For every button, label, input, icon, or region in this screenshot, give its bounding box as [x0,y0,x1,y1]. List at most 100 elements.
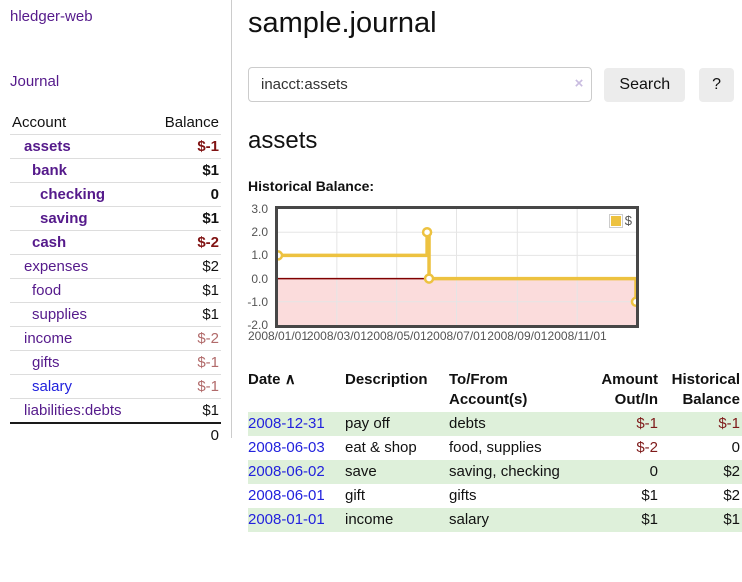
sidebar-account-link-checking[interactable]: checking [12,186,105,203]
sidebar-account-link-assets[interactable]: assets [12,138,71,155]
sidebar-account-link-liabilities-debts[interactable]: liabilities:debts [12,402,122,419]
account-balance: $1 [149,207,221,231]
transaction-amount: $1 [585,508,660,532]
y-tick-label: 0.0 [234,272,268,286]
sidebar-account-link-income[interactable]: income [12,330,72,347]
help-button[interactable]: ? [699,68,734,102]
register-row: 2008-06-03 eat & shopfood, supplies$-20 [248,436,742,460]
register-table: Date ∧ Description To/From Account(s) Am… [248,368,742,532]
sidebar-account-link-bank[interactable]: bank [12,162,67,179]
transaction-date-link[interactable]: 2008-06-02 [248,463,325,480]
sidebar-account-link-salary[interactable]: salary [12,378,72,395]
account-row: supplies $1 [10,303,221,327]
current-account-heading: assets [248,127,734,155]
account-balance: $1 [149,303,221,327]
chart-legend: $ [609,213,632,228]
register-row: 2008-06-01giftgifts$1$2 [248,484,742,508]
account-balance: $-2 [149,231,221,255]
account-balance: $1 [149,399,221,424]
search-input[interactable] [248,67,592,102]
sidebar-account-link-food[interactable]: food [12,282,61,299]
transaction-amount: $1 [585,484,660,508]
transaction-balance: $2 [660,460,742,484]
account-row: saving $1 [10,207,221,231]
sidebar-account-link-supplies[interactable]: supplies [12,306,87,323]
search-box: × [248,67,592,102]
hledger-web-app: hledger-web Journal Account Balance asse… [0,0,742,582]
transaction-date-link[interactable]: 2008-01-01 [248,511,325,528]
sidebar-account-link-saving[interactable]: saving [12,210,88,227]
account-balance: $2 [149,255,221,279]
transaction-accounts: debts [449,412,585,436]
account-row: food $1 [10,279,221,303]
y-tick-label: 3.0 [234,202,268,216]
x-tick-label: 2008/09/01 [487,329,547,343]
search-button[interactable]: Search [604,68,685,102]
register-header-date[interactable]: Date ∧ [248,368,345,412]
app-brand-link[interactable]: hledger-web [10,8,93,25]
account-balance: $-1 [149,375,221,399]
historical-balance-chart: 3.02.01.00.0-1.0-2.0 $ 2008/01/012008/03… [275,206,639,344]
search-form: × Search ? [248,67,734,102]
transaction-description: eat & shop [345,436,449,460]
register-row: 2008-06-02 savesaving, checking0$2 [248,460,742,484]
transaction-amount: 0 [585,460,660,484]
account-row: salary $-1 [10,375,221,399]
clear-search-icon[interactable]: × [575,75,584,93]
transaction-description: income [345,508,449,532]
page-title: sample.journal [248,7,734,40]
accounts-total-balance: 0 [149,423,221,447]
account-row: income $-2 [10,327,221,351]
account-row: expenses $2 [10,255,221,279]
transaction-accounts: saving, checking [449,460,585,484]
register-header-accounts: To/From Account(s) [449,368,585,412]
y-tick-label: 2.0 [234,225,268,239]
x-tick-label: 2008/01/01 [248,329,308,343]
transaction-balance: $2 [660,484,742,508]
y-tick-label: -1.0 [234,295,268,309]
account-balance: $1 [149,159,221,183]
account-row: gifts $-1 [10,351,221,375]
transaction-accounts: salary [449,508,585,532]
transaction-balance: 0 [660,436,742,460]
account-row: checking0 [10,183,221,207]
transaction-date-link[interactable]: 2008-06-01 [248,487,325,504]
sidebar-account-link-gifts[interactable]: gifts [12,354,60,371]
account-balance: $-1 [149,135,221,159]
accounts-balance-table: Account Balance assets$-1bank$1checking0… [10,111,221,447]
account-row: liabilities:debts $1 [10,399,221,424]
account-column-header: Account [10,111,149,135]
x-tick-label: 2008/03/01 [307,329,367,343]
register-row: 2008-12-31pay offdebts$-1$-1 [248,412,742,436]
accounts-total-row: 0 [10,423,221,447]
register-row: 2008-01-01incomesalary$1$1 [248,508,742,532]
register-header-amount: Amount Out/In [585,368,660,412]
sidebar-account-link-cash[interactable]: cash [12,234,66,251]
main-panel: sample.journal × Search ? assets Histori… [232,0,742,532]
transaction-amount: $-2 [585,436,660,460]
x-tick-label: 2008/05/01 [367,329,427,343]
register-header-description: Description [345,368,449,412]
sidebar: hledger-web Journal Account Balance asse… [0,0,232,438]
chart-x-axis-labels: 2008/01/012008/03/012008/05/012008/07/01… [275,328,639,344]
account-row: assets $-1 [10,135,221,159]
transaction-balance: $1 [660,508,742,532]
legend-series-label: $ [625,213,632,228]
transaction-description: save [345,460,449,484]
sidebar-account-link-expenses[interactable]: expenses [12,258,88,275]
account-balance: $1 [149,279,221,303]
sort-ascending-icon: ∧ [285,371,296,388]
transaction-date-link[interactable]: 2008-06-03 [248,439,325,456]
account-balance: $-2 [149,327,221,351]
transaction-description: pay off [345,412,449,436]
register-header-balance: Historical Balance [660,368,742,412]
transaction-accounts: food, supplies [449,436,585,460]
account-row: cash $-2 [10,231,221,255]
account-balance: $-1 [149,351,221,375]
sidebar-item-journal[interactable]: Journal [10,73,59,90]
balance-column-header: Balance [149,111,221,135]
y-tick-label: 1.0 [234,248,268,262]
transaction-date-link[interactable]: 2008-12-31 [248,415,325,432]
legend-swatch-icon [609,214,623,228]
transaction-accounts: gifts [449,484,585,508]
